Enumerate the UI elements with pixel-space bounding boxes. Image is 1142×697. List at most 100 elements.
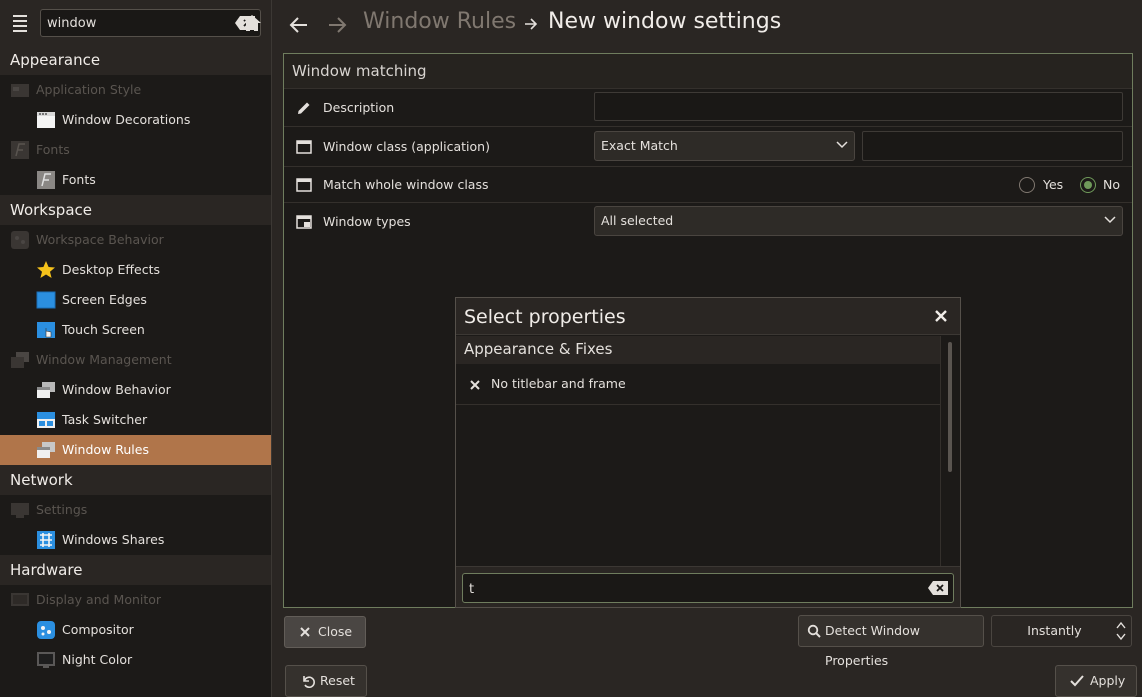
window-rules-icon [37, 442, 55, 458]
reset-button[interactable]: Reset [285, 665, 367, 697]
close-button[interactable]: Close [284, 616, 366, 648]
category-label: Fonts [36, 142, 70, 157]
sidebar-item-label: Fonts [62, 172, 96, 187]
property-search-field[interactable] [462, 573, 954, 603]
night-color-icon [37, 652, 55, 668]
dialog-search-bar [456, 566, 960, 607]
back-arrow-icon[interactable] [288, 14, 310, 36]
sidebar-item-label: Task Switcher [62, 412, 148, 427]
sidebar-search-field[interactable] [40, 9, 261, 37]
category-settings: Settings [0, 495, 271, 525]
scrollbar-thumb[interactable] [948, 342, 952, 472]
star-icon [37, 261, 55, 278]
touch-screen-icon [37, 322, 55, 338]
screen-edges-icon [36, 291, 56, 309]
hamburger-menu-icon[interactable] [10, 12, 32, 34]
panel-title: Window matching [284, 54, 1132, 88]
dialog-scrollbar[interactable] [940, 336, 960, 566]
detect-button-label: Detect Window Properties [825, 623, 920, 668]
sidebar-item-window-rules[interactable]: Window Rules [0, 435, 271, 465]
chevron-down-icon [1104, 216, 1116, 224]
dialog-title: Select properties [456, 298, 960, 335]
sidebar-item-label: Touch Screen [62, 322, 145, 337]
sidebar-item-screen-edges[interactable]: Screen Edges [0, 285, 271, 315]
match-whole-class-row: Match whole window class Yes No [284, 166, 1132, 202]
window-types-dropdown[interactable]: All selected [594, 206, 1123, 236]
chevron-down-icon [836, 141, 848, 149]
apply-button[interactable]: Apply [1055, 665, 1137, 697]
sidebar-item-label: Window Behavior [62, 382, 171, 397]
category-label: Settings [36, 502, 88, 517]
radio-yes[interactable] [1019, 177, 1035, 193]
sidebar-item-windows-shares[interactable]: Windows Shares [0, 525, 271, 555]
clear-search-icon[interactable] [928, 581, 948, 595]
category-window-management: Window Management [0, 345, 271, 375]
network-settings-icon [11, 503, 29, 518]
property-search-input[interactable] [469, 580, 909, 598]
sidebar-item-desktop-effects[interactable]: Desktop Effects [0, 255, 271, 285]
sidebar-item-compositor[interactable]: Compositor [0, 615, 271, 645]
search-icon [807, 624, 821, 638]
workspace-behavior-icon [11, 231, 29, 249]
category-application-style: Application Style [0, 75, 271, 105]
window-class-match-dropdown[interactable]: Exact Match [594, 131, 855, 161]
radio-yes-label: Yes [1043, 177, 1064, 192]
section-workspace: Workspace [0, 195, 271, 225]
detect-delay-spinbox[interactable]: Instantly [991, 615, 1132, 647]
window-class-input[interactable] [862, 131, 1123, 161]
close-button-label: Close [318, 624, 353, 639]
sidebar-item-label: Desktop Effects [62, 262, 161, 277]
radio-no[interactable] [1080, 177, 1096, 193]
sidebar-item-label: Screen Edges [62, 292, 147, 307]
application-style-icon [11, 84, 29, 97]
spin-arrows-icon[interactable] [1115, 620, 1127, 642]
sidebar-item-night-color[interactable]: Night Color [0, 645, 271, 675]
window-management-icon [11, 352, 29, 368]
page-title: New window settings [548, 9, 782, 34]
compositor-icon [37, 621, 55, 639]
window-class-label: Window class (application) [323, 139, 490, 154]
window-icon [296, 140, 312, 154]
x-icon [300, 627, 310, 637]
property-item[interactable]: No titlebar and frame [456, 365, 940, 405]
windows-shares-icon [37, 531, 55, 549]
category-fonts: Fonts [0, 135, 271, 165]
reset-button-label: Reset [320, 673, 355, 688]
match-whole-class-label: Match whole window class [323, 177, 489, 192]
home-icon[interactable] [241, 13, 263, 33]
forward-arrow-icon[interactable] [326, 14, 348, 36]
description-row: Description [284, 88, 1132, 126]
sidebar: Appearance Application Style Window Deco… [0, 0, 272, 697]
description-input[interactable] [594, 92, 1123, 121]
window-decorations-icon [37, 112, 55, 128]
window-types-label: Window types [323, 214, 411, 229]
sidebar-item-window-behavior[interactable]: Window Behavior [0, 375, 271, 405]
category-label: Window Management [36, 352, 172, 367]
dropdown-value: Exact Match [601, 138, 678, 153]
category-label: Display and Monitor [36, 592, 162, 607]
sidebar-item-task-switcher[interactable]: Task Switcher [0, 405, 271, 435]
radio-no-label: No [1103, 177, 1120, 192]
breadcrumb-parent[interactable]: Window Rules [363, 9, 516, 34]
window-types-row: Window types All selected [284, 202, 1132, 240]
window-types-icon [296, 215, 312, 229]
category-display-and-monitor: Display and Monitor [0, 585, 271, 615]
close-icon[interactable] [934, 309, 948, 323]
fonts-category-icon [11, 141, 29, 159]
sidebar-item-label: Windows Shares [62, 532, 165, 547]
category-workspace-behavior: Workspace Behavior [0, 225, 271, 255]
window-behavior-icon [37, 382, 55, 398]
category-label: Workspace Behavior [36, 232, 164, 247]
breadcrumb-arrow-icon [525, 18, 538, 30]
window-class-row: Window class (application) Exact Match [284, 126, 1132, 166]
sidebar-item-label: Night Color [62, 652, 133, 667]
sidebar-item-window-decorations[interactable]: Window Decorations [0, 105, 271, 135]
section-network: Network [0, 465, 271, 495]
sidebar-search-input[interactable] [47, 14, 207, 32]
description-label: Description [323, 100, 395, 115]
detect-window-properties-button[interactable]: Detect Window Properties [798, 615, 984, 668]
sidebar-toolbar [0, 0, 271, 46]
display-monitor-icon [11, 593, 29, 606]
sidebar-item-touch-screen[interactable]: Touch Screen [0, 315, 271, 345]
sidebar-item-fonts[interactable]: Fonts [0, 165, 271, 195]
